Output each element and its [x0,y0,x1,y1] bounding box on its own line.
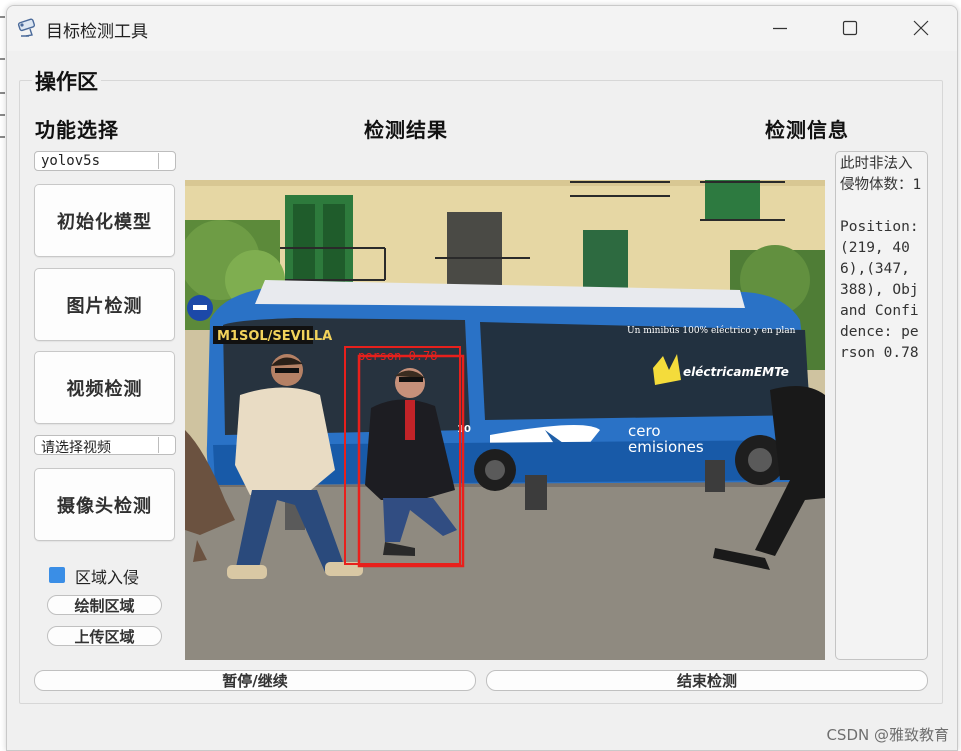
close-button[interactable] [898,6,944,51]
camera-detect-label: 摄像头检测 [57,495,152,517]
video-detect-button[interactable]: 视频检测 [34,351,175,424]
minimize-button[interactable] [757,6,803,51]
draw-region-button[interactable]: 绘制区域 [47,595,162,615]
pause-resume-label: 暂停/继续 [222,672,288,690]
title-bar: 目标检测工具 [7,6,957,51]
init-model-label: 初始化模型 [57,211,152,233]
pause-resume-button[interactable]: 暂停/继续 [34,670,476,691]
bus-slogan-text: Un minibús 100% eléctrico y en plan [627,325,796,336]
maximize-button[interactable] [827,6,873,51]
detection-info-text: 此时非法入侵物体数：1 Position:(219, 406),(347, 38… [840,156,922,361]
dropdown-separator [158,437,159,453]
camera-icon [17,17,41,39]
region-intrusion-checkbox[interactable] [49,567,65,583]
bus-destination-sign: M1SOL/SEVILLA [217,329,332,344]
video-detect-label: 视频检测 [66,378,143,400]
groupbox-title: 操作区 [32,66,101,96]
draw-region-label: 绘制区域 [74,596,135,615]
detection-result-image: M1SOL/SEVILLA Un minibús 100% eléctrico … [185,180,825,660]
video-select-value: 请选择视频 [41,440,111,456]
region-intrusion-label: 区域入侵 [75,568,140,587]
dropdown-separator [158,153,159,169]
window-title: 目标检测工具 [46,22,148,42]
bus-text-emisiones: emisiones [628,438,704,456]
detection-info-label: 检测信息 [765,118,849,142]
bbox-label: person 0.78 [358,349,437,363]
csdn-watermark: CSDN @雅致教育 [826,726,949,744]
camera-detect-button[interactable]: 摄像头检测 [34,468,175,541]
image-detect-label: 图片检测 [66,295,143,317]
stop-detection-label: 结束检测 [676,672,737,690]
function-select-label: 功能选择 [35,118,119,142]
detection-result-label: 检测结果 [364,118,448,142]
init-model-button[interactable]: 初始化模型 [34,184,175,257]
image-detect-button[interactable]: 图片检测 [34,268,175,341]
bus-brand-text: eléctricamEMTe [683,365,789,379]
stop-detection-button[interactable]: 结束检测 [486,670,928,691]
model-select[interactable]: yolov5s [34,151,176,171]
model-select-value: yolov5s [41,153,101,169]
detection-info-box[interactable]: 此时非法入侵物体数：1 Position:(219, 406),(347, 38… [835,151,928,660]
upload-region-label: 上传区域 [74,627,135,646]
video-select[interactable]: 请选择视频 [34,435,176,456]
app-window: 目标检测工具 操作区 功能选择 检测结果 检测信息 yolov5s 初始化模型 … [6,5,958,751]
upload-region-button[interactable]: 上传区域 [47,626,162,646]
